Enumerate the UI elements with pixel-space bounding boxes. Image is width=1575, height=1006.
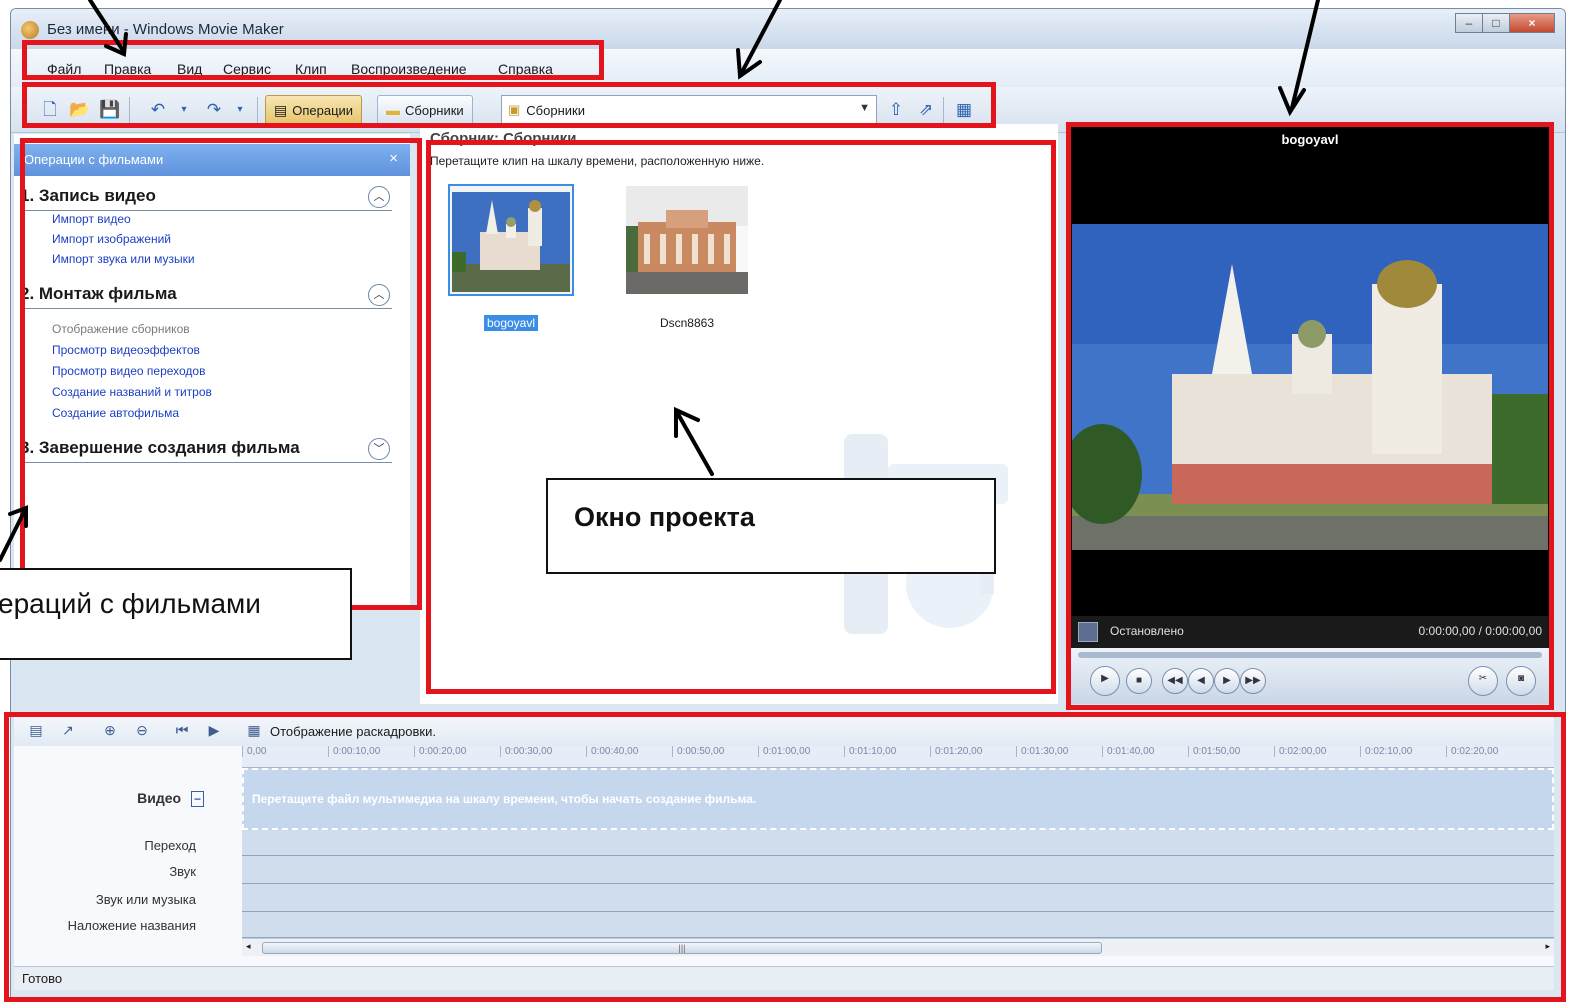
operations-callout: ераций с фильмами [0, 568, 352, 660]
project-window-callout: Окно проекта [546, 478, 996, 574]
arrow-to-menu [88, 0, 126, 54]
arrow-to-collection [676, 412, 714, 476]
arrow-to-tasks [0, 510, 26, 562]
